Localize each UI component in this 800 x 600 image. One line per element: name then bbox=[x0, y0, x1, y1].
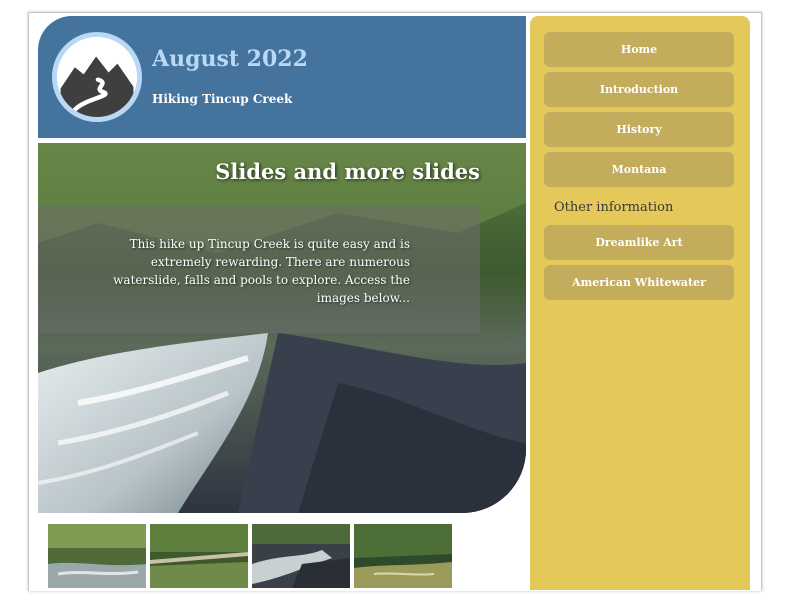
creek-photo-thumbnail[interactable] bbox=[48, 524, 146, 588]
waterslide-photo-thumbnail[interactable] bbox=[252, 524, 350, 588]
hero-banner: Slides and more slides This hike up Tinc… bbox=[38, 143, 526, 513]
site-header: August 2022 Hiking Tincup Creek bbox=[38, 16, 526, 138]
sidebar: Home Introduction History Montana Other … bbox=[530, 16, 750, 590]
nav-montana-button[interactable]: Montana bbox=[544, 152, 734, 187]
page-subtitle: Hiking Tincup Creek bbox=[152, 92, 293, 106]
mountain-river-logo-icon[interactable] bbox=[52, 32, 142, 122]
forest-creek-photo-thumbnail[interactable] bbox=[354, 524, 452, 588]
dreamlike-art-link[interactable]: Dreamlike Art bbox=[544, 225, 734, 260]
nav-introduction-button[interactable]: Introduction bbox=[544, 72, 734, 107]
american-whitewater-link[interactable]: American Whitewater bbox=[544, 265, 734, 300]
nav-home-button[interactable]: Home bbox=[544, 32, 734, 67]
hero-heading: Slides and more slides bbox=[215, 159, 480, 184]
page-title: August 2022 bbox=[152, 46, 308, 72]
nav-history-button[interactable]: History bbox=[544, 112, 734, 147]
log-pool-photo-thumbnail[interactable] bbox=[150, 524, 248, 588]
hero-description: This hike up Tincup Creek is quite easy … bbox=[113, 237, 410, 305]
other-information-heading: Other information bbox=[554, 200, 674, 215]
